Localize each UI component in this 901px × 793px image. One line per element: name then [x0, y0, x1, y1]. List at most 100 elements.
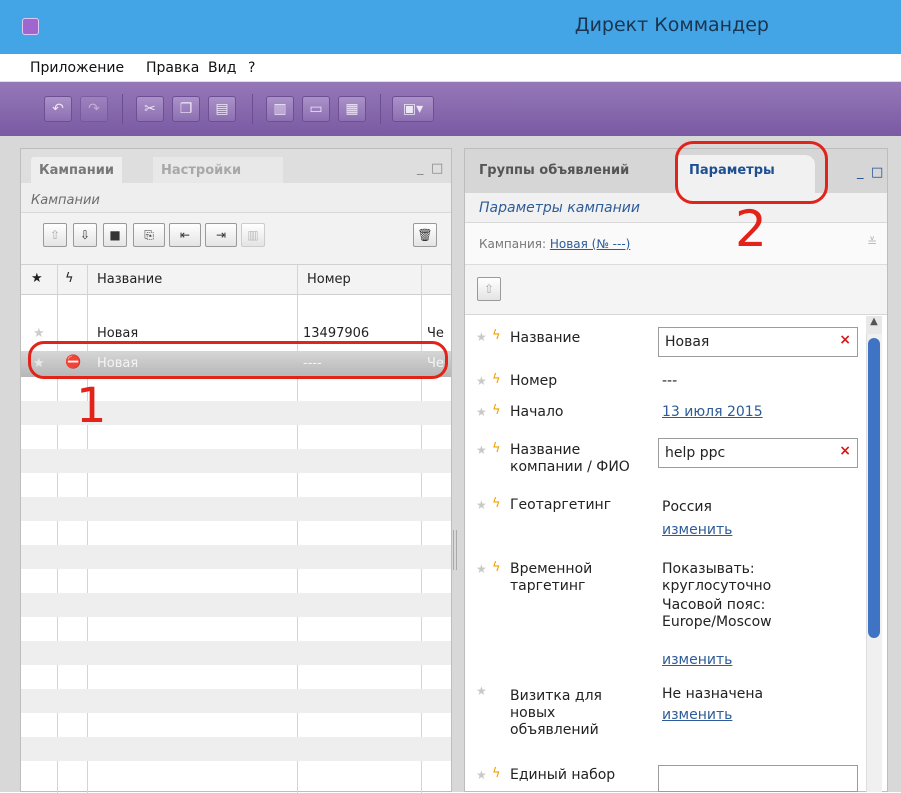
new-document-icon[interactable]: ■ — [103, 223, 127, 247]
prop-card-label-2: новых — [510, 705, 556, 721]
annotation-circle-1 — [28, 341, 448, 379]
empty-row — [21, 545, 451, 569]
upload-icon[interactable]: ⇧ — [477, 277, 501, 301]
clear-icon[interactable]: × — [839, 332, 851, 348]
campaign-tools: ⇧ ⇩ ■ ⎘ ⇤ ⇥ ▥ 🗑 — [21, 213, 451, 265]
layout-dropdown-icon[interactable]: ▣▾ — [392, 96, 434, 122]
column-number[interactable]: Номер — [307, 272, 351, 287]
download-icon[interactable]: ⇩ — [73, 223, 97, 247]
empty-row — [21, 689, 451, 713]
star-icon[interactable]: ★ — [33, 326, 45, 341]
menu-help[interactable]: ? — [248, 60, 255, 76]
bolt-icon: ϟ — [492, 403, 501, 418]
prop-number-label: Номер — [510, 373, 558, 389]
name-input[interactable]: Новая × — [658, 327, 858, 357]
prop-time-value-1: Показывать: — [662, 561, 755, 577]
window-title: Директ Коммандер — [574, 14, 769, 36]
star-icon[interactable]: ★ — [476, 405, 487, 419]
trash-icon[interactable]: 🗑 — [413, 223, 437, 247]
prop-geo-label: Геотаргетинг — [510, 497, 612, 513]
copy-campaign-icon[interactable]: ⎘ — [133, 223, 165, 247]
field-icon[interactable]: ▭ — [302, 96, 330, 122]
scroll-up-icon[interactable]: ▲ — [866, 316, 882, 334]
menu-edit[interactable]: Правка — [146, 60, 199, 76]
star-icon[interactable]: ★ — [476, 330, 487, 344]
card-change-link[interactable]: изменить — [662, 707, 732, 724]
name-input-value: Новая — [665, 334, 710, 350]
prop-time-value-2: круглосуточно — [662, 578, 772, 594]
cut-icon[interactable]: ✂ — [136, 96, 164, 122]
undo-icon[interactable]: ↶ — [44, 96, 72, 122]
bolt-icon: ϟ — [492, 328, 501, 343]
star-icon[interactable]: ★ — [476, 498, 487, 512]
empty-row — [21, 593, 451, 617]
maximize-icon[interactable]: □ — [871, 165, 883, 180]
prop-start-label: Начало — [510, 404, 564, 420]
star-icon[interactable]: ★ — [476, 562, 487, 576]
campaign-label: Кампания: — [479, 237, 547, 251]
toolbar-separator — [252, 94, 253, 124]
upload-icon[interactable]: ⇧ — [43, 223, 67, 247]
annotation-number-1: 1 — [76, 378, 107, 434]
row-extra: Че — [427, 326, 444, 341]
prop-card-label-3: объявлений — [510, 722, 599, 738]
chart-icon[interactable]: ▥ — [266, 96, 294, 122]
redo-icon[interactable]: ↷ — [80, 96, 108, 122]
scrollbar-thumb[interactable] — [868, 338, 880, 638]
left-panel-tabs: Кампании Настройки _ □ — [21, 149, 451, 183]
paste-icon[interactable]: ▤ — [208, 96, 236, 122]
prop-time-label-1: Временной — [510, 561, 593, 577]
prop-number-value: --- — [662, 373, 678, 389]
tab-settings[interactable]: Настройки — [153, 157, 283, 183]
table-icon[interactable]: ▦ — [338, 96, 366, 122]
tab-campaigns[interactable]: Кампании — [31, 157, 122, 183]
left-panel-subtitle: Кампании — [21, 183, 451, 213]
maximize-icon[interactable]: □ — [431, 161, 443, 176]
minimize-icon[interactable]: _ — [857, 165, 864, 180]
geo-change-link[interactable]: изменить — [662, 522, 732, 539]
bolt-icon: ϟ — [492, 372, 501, 387]
prop-time-label-2: таргетинг — [510, 578, 586, 594]
empty-row — [21, 737, 451, 761]
column-name[interactable]: Название — [97, 272, 162, 287]
bolt-column-icon[interactable]: ϟ — [65, 271, 74, 286]
company-input[interactable]: help ppc × — [658, 438, 858, 468]
star-column-icon[interactable]: ★ — [31, 271, 43, 286]
copy-icon[interactable]: ❐ — [172, 96, 200, 122]
tab-ad-groups[interactable]: Группы объявлений — [479, 163, 629, 178]
campaign-link[interactable]: Новая (№ ---) — [550, 237, 630, 251]
collapse-icon[interactable]: ≚ — [867, 235, 877, 249]
start-date-link[interactable]: 13 июля 2015 — [662, 404, 763, 421]
empty-row — [21, 497, 451, 521]
parameters-tools: ⇧ — [465, 265, 887, 315]
prop-name-label: Название — [510, 330, 581, 346]
import-icon[interactable]: ⇤ — [169, 223, 201, 247]
minimize-icon[interactable]: _ — [417, 161, 424, 176]
star-icon[interactable]: ★ — [476, 768, 487, 782]
export-icon[interactable]: ⇥ — [205, 223, 237, 247]
star-icon[interactable]: ★ — [476, 443, 487, 457]
row-number: 13497906 — [303, 326, 370, 341]
star-icon[interactable]: ★ — [476, 684, 487, 698]
menu-bar: Приложение Правка Вид ? — [0, 54, 901, 82]
campaigns-panel: Кампании Настройки _ □ Кампании ⇧ ⇩ ■ ⎘ … — [20, 148, 452, 793]
set-input[interactable] — [658, 765, 858, 792]
prop-time-value-3: Часовой пояс: — [662, 597, 766, 613]
bolt-icon: ϟ — [492, 496, 501, 511]
bolt-icon: ϟ — [492, 766, 501, 781]
clear-icon[interactable]: × — [839, 443, 851, 459]
prop-time-value-4: Europe/Moscow — [662, 614, 772, 630]
time-change-link[interactable]: изменить — [662, 652, 732, 669]
empty-row — [21, 449, 451, 473]
star-icon[interactable]: ★ — [476, 374, 487, 388]
campaign-grid-header: ★ ϟ Название Номер — [21, 265, 451, 295]
menu-view[interactable]: Вид — [208, 60, 236, 76]
campaign-selector: Кампания: Новая (№ ---) ≚ — [465, 223, 887, 265]
stats-icon[interactable]: ▥ — [241, 223, 265, 247]
menu-application[interactable]: Приложение — [30, 60, 124, 76]
toolbar-separator — [380, 94, 381, 124]
annotation-number-2: 2 — [735, 200, 767, 258]
prop-company-label-2: компании / ФИО — [510, 459, 630, 475]
panel-splitter[interactable] — [452, 530, 458, 570]
bolt-icon: ϟ — [492, 560, 501, 575]
